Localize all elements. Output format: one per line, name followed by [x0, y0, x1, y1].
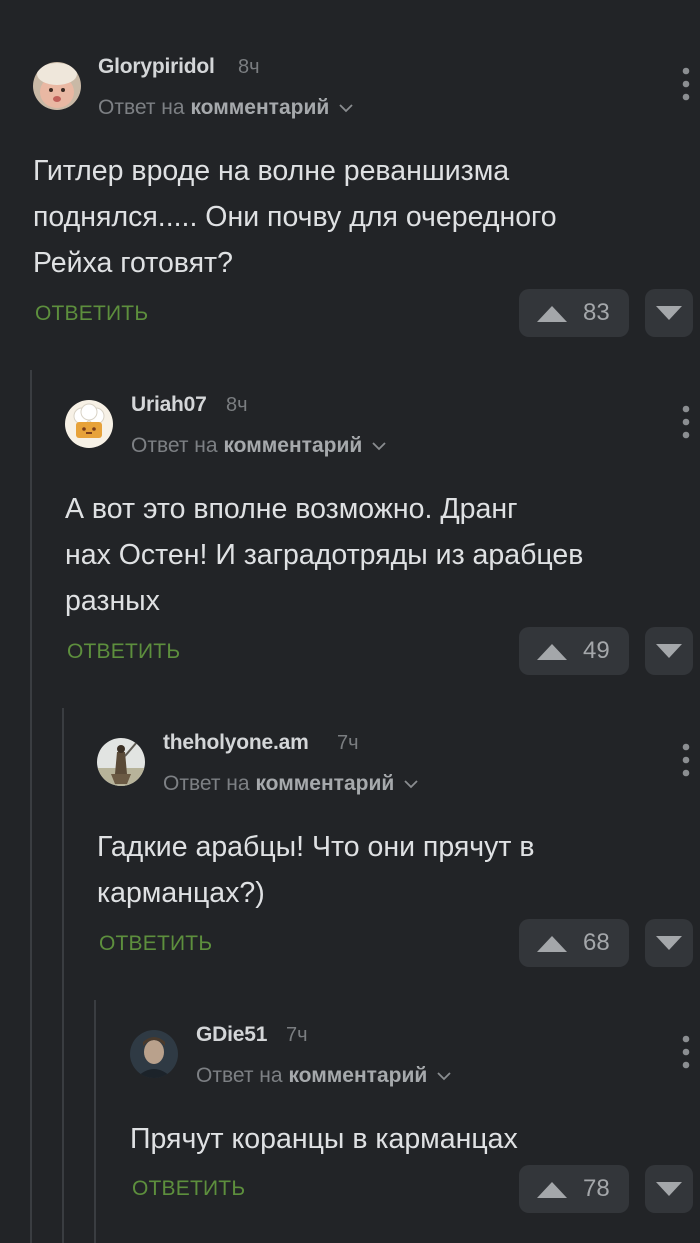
comment-text: Гитлер вроде на волне реваншизма поднялс… — [33, 148, 557, 286]
thread-line-level-1 — [30, 370, 32, 1243]
rating-count: 68 — [583, 929, 610, 956]
chevron-down-icon — [339, 104, 353, 113]
comment-text: Прячут коранцы в карманцах — [130, 1116, 518, 1162]
reply-to-target: комментарий — [190, 96, 330, 119]
baby-avatar[interactable] — [33, 62, 81, 110]
reply-to-target: комментарий — [255, 772, 395, 795]
comment-text-line: поднялся..... Они почву для очередного — [33, 201, 557, 233]
comment-text-line: Рейха готовят? — [33, 247, 233, 279]
comment-username[interactable]: Uriah07 — [131, 393, 207, 417]
more-options-icon[interactable] — [679, 404, 693, 440]
arrow-up-icon — [537, 936, 567, 952]
comment-text-line: Гадкие арабцы! Что они прячут в — [97, 831, 535, 863]
comment-text-line: Прячут коранцы в карманцах — [130, 1123, 518, 1155]
chevron-down-icon — [372, 442, 386, 451]
reply-to-link[interactable]: Ответ на комментарий — [98, 96, 353, 120]
man-avatar[interactable] — [130, 1030, 178, 1078]
reply-to-prefix: Ответ на — [196, 1064, 283, 1087]
arrow-down-icon — [656, 936, 682, 950]
comment-text: А вот это вполне возможно. Дранг нах Ост… — [65, 486, 583, 624]
thread-line-level-2 — [62, 708, 64, 1243]
reply-button[interactable]: ответить — [99, 932, 212, 956]
reply-to-prefix: Ответ на — [163, 772, 250, 795]
arrow-down-icon — [656, 1182, 682, 1196]
comment-time: 7ч — [286, 1024, 308, 1046]
reply-button[interactable]: ответить — [67, 640, 180, 664]
downvote-button[interactable] — [645, 1165, 693, 1213]
downvote-button[interactable] — [645, 627, 693, 675]
downvote-button[interactable] — [645, 289, 693, 337]
downvote-button[interactable] — [645, 919, 693, 967]
upvote-button[interactable]: 49 — [519, 627, 629, 675]
reply-to-link[interactable]: Ответ на комментарий — [163, 772, 418, 796]
reply-to-prefix: Ответ на — [98, 96, 185, 119]
reply-to-link[interactable]: Ответ на комментарий — [196, 1064, 451, 1088]
reply-to-target: комментарий — [288, 1064, 428, 1087]
comment-time: 7ч — [337, 732, 359, 754]
comment-text-line: Гитлер вроде на волне реваншизма — [33, 155, 510, 187]
chef-avatar[interactable] — [65, 400, 113, 448]
comment-time: 8ч — [226, 394, 248, 416]
more-options-icon[interactable] — [679, 66, 693, 102]
comment-text-line: карманцах?) — [97, 877, 265, 909]
arrow-down-icon — [656, 306, 682, 320]
comment-text-line: А вот это вполне возможно. Дранг — [65, 493, 518, 525]
more-options-icon[interactable] — [679, 1034, 693, 1070]
comment-username[interactable]: theholyone.am — [163, 731, 309, 755]
warrior-avatar[interactable] — [97, 738, 145, 786]
comment-text-line: нах Остен! И заградотряды из арабцев — [65, 539, 584, 571]
reply-button[interactable]: ответить — [132, 1177, 245, 1201]
upvote-button[interactable]: 83 — [519, 289, 629, 337]
arrow-up-icon — [537, 306, 567, 322]
reply-to-prefix: Ответ на — [131, 434, 218, 457]
upvote-button[interactable]: 78 — [519, 1165, 629, 1213]
arrow-up-icon — [537, 1182, 567, 1198]
arrow-up-icon — [537, 644, 567, 660]
comment-username[interactable]: Glorypiridol — [98, 55, 215, 79]
reply-button[interactable]: ответить — [35, 302, 148, 326]
rating-count: 49 — [583, 637, 610, 664]
reply-to-target: комментарий — [223, 434, 363, 457]
chevron-down-icon — [404, 780, 418, 789]
comment-time: 8ч — [238, 56, 260, 78]
upvote-button[interactable]: 68 — [519, 919, 629, 967]
rating-count: 78 — [583, 1175, 610, 1202]
comment-text-line: разных — [65, 585, 160, 617]
chevron-down-icon — [437, 1072, 451, 1081]
reply-to-link[interactable]: Ответ на комментарий — [131, 434, 386, 458]
more-options-icon[interactable] — [679, 742, 693, 778]
thread-line-level-3 — [94, 1000, 96, 1243]
comment-username[interactable]: GDie51 — [196, 1023, 267, 1047]
arrow-down-icon — [656, 644, 682, 658]
rating-count: 83 — [583, 299, 610, 326]
comment-text: Гадкие арабцы! Что они прячут в карманца… — [97, 824, 535, 916]
